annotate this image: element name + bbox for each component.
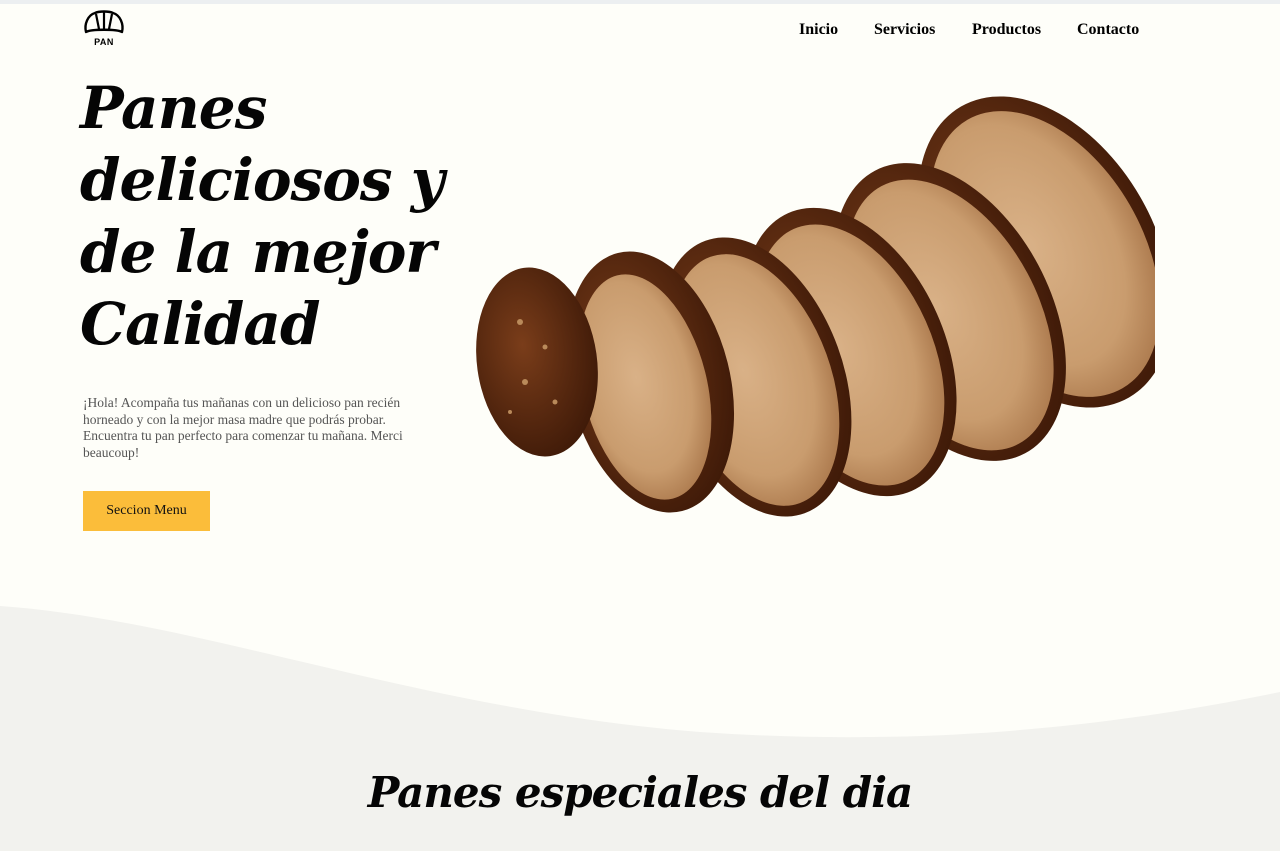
nav-link-contacto[interactable]: Contacto [1077,21,1139,39]
nav-link-productos[interactable]: Productos [972,21,1041,39]
bread-slices-image [476,96,1155,517]
section-title: Panes especiales del dia [367,768,914,817]
croissant-icon [84,10,124,34]
logo[interactable]: PAN [82,10,126,48]
nav-link-inicio[interactable]: Inicio [799,21,838,39]
hero-description: ¡Hola! Acompaña tus mañanas con un delic… [83,395,403,460]
hero-title: Panes deliciosos y de la mejor Calidad [80,74,444,358]
menu-section-button[interactable]: Seccion Menu [83,491,210,531]
logo-text: PAN [94,37,114,47]
top-border [0,0,1280,4]
nav-link-servicios[interactable]: Servicios [874,21,935,39]
